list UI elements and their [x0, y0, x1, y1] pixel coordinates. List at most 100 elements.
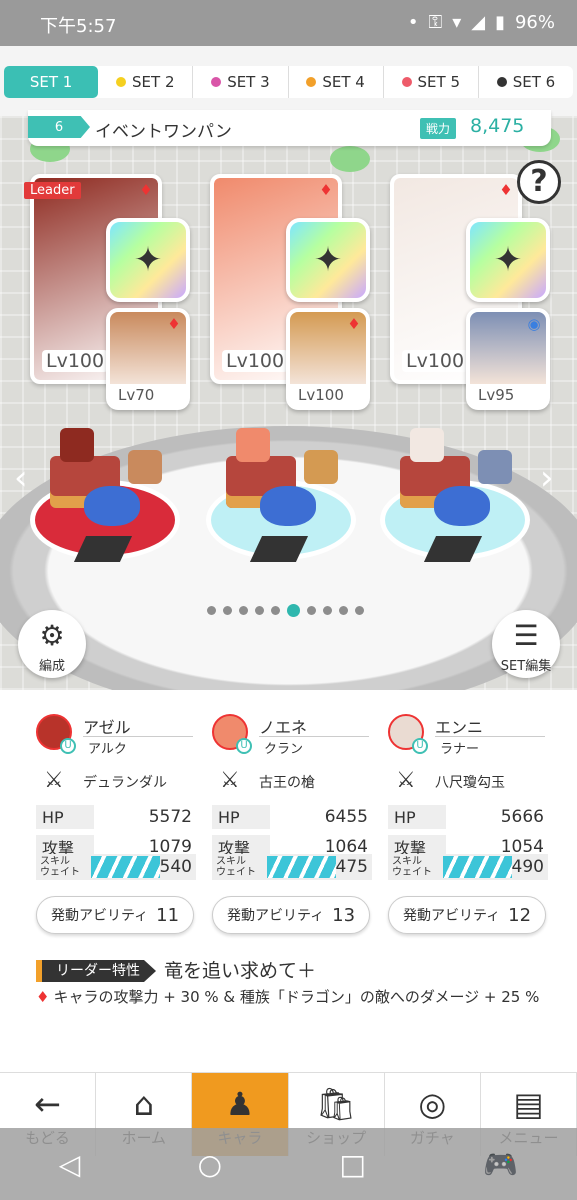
- hp-row: HP 6455: [212, 804, 372, 830]
- weapon-sprite: [434, 486, 490, 526]
- page-dot[interactable]: [287, 604, 300, 617]
- menu-icon: ▤: [513, 1085, 544, 1123]
- tab-set-1[interactable]: SET 1: [4, 66, 99, 98]
- help-button[interactable]: ?: [517, 160, 561, 204]
- weapon-sprite: [84, 486, 140, 526]
- element-icon: ♦: [139, 181, 153, 199]
- weapon-slot[interactable]: ✦: [106, 218, 190, 302]
- skill-wait-bar: [90, 856, 160, 878]
- system-back-icon[interactable]: ◁: [59, 1148, 81, 1181]
- set-tabs-bar: SET 1 SET 2 SET 3 SET 4 SET 5 SET 6: [0, 46, 577, 116]
- skill-wait-bar: [266, 856, 336, 878]
- signal-icon: ◢: [471, 12, 486, 33]
- weapon-name: 古王の槍: [259, 775, 315, 791]
- party-number: 6: [28, 116, 90, 138]
- page-dot[interactable]: [207, 606, 216, 615]
- page-dot[interactable]: [239, 606, 248, 615]
- tab-color-dot: [116, 77, 127, 87]
- ability-label: 発動アビリティ: [50, 908, 149, 924]
- ability-button[interactable]: 発動アビリティ 11: [36, 896, 194, 934]
- ability-button[interactable]: 発動アビリティ 12: [388, 896, 546, 934]
- avatar[interactable]: U: [388, 714, 428, 754]
- tab-set-2[interactable]: SET 2: [98, 66, 194, 98]
- character-sprite: [60, 428, 94, 462]
- page-dot[interactable]: [355, 606, 364, 615]
- character-name: アゼル: [83, 718, 131, 737]
- avatar[interactable]: U: [36, 714, 76, 754]
- sub-level: Lv95: [478, 386, 515, 404]
- jewel-icon: ✦: [493, 240, 523, 280]
- wifi-icon: ▾: [452, 12, 462, 33]
- stats-panel: U アゼル アルク ⚔ デュランダル HP 5572 攻撃 1079 スキル ウェイト 540 発動ア…: [0, 690, 577, 1070]
- formation-label: 編成: [38, 659, 65, 674]
- sub-sprite: [128, 450, 162, 484]
- set-tabs: SET 1 SET 2 SET 3 SET 4 SET 5 SET 6: [4, 66, 573, 98]
- element-icon: ♦: [499, 181, 513, 199]
- tab-set-5[interactable]: SET 5: [384, 66, 479, 98]
- system-home-icon[interactable]: ○: [198, 1148, 222, 1181]
- tab-label: SET 2: [132, 73, 175, 91]
- status-time: 下午5:57: [40, 16, 117, 37]
- character-name: エンニ: [435, 718, 484, 737]
- leader-skill-tag: リーダー特性: [36, 960, 156, 982]
- fire-element-icon: ♦: [36, 988, 50, 1006]
- power-value: 8,475: [470, 115, 525, 137]
- hp-label: HP: [36, 805, 94, 829]
- set-edit-label: SET編集: [500, 659, 552, 674]
- weapon-sprite: [260, 486, 316, 526]
- formation-icon: ⚙: [39, 619, 65, 652]
- weapon-slot[interactable]: ✦: [466, 218, 550, 302]
- avatar[interactable]: U: [212, 714, 252, 754]
- sub-character-card[interactable]: ◉ Lv95: [466, 308, 550, 410]
- system-nav-bar: ◁ ○ □ 🎮: [0, 1128, 577, 1200]
- sub-level: Lv70: [118, 386, 155, 404]
- page-indicator: [207, 604, 364, 617]
- skill-wait-bar: [442, 856, 512, 878]
- hp-value: 5666: [500, 807, 544, 827]
- page-dot[interactable]: [339, 606, 348, 615]
- hp-row: HP 5572: [36, 804, 196, 830]
- tab-set-3[interactable]: SET 3: [193, 66, 289, 98]
- character-guild: ラナー: [440, 742, 480, 757]
- skill-wait-row: スキル ウェイト 540: [36, 854, 196, 880]
- element-icon: ♦: [319, 181, 333, 199]
- formation-button[interactable]: ⚙ 編成: [18, 610, 86, 678]
- guild-badge-icon: U: [60, 738, 76, 754]
- sword-icon: ✦: [133, 240, 163, 280]
- weapon-icon: ⚔: [396, 768, 416, 793]
- element-icon: ◉: [527, 315, 541, 333]
- character-guild: クラン: [264, 742, 304, 757]
- shop-icon: 🛍: [315, 1085, 357, 1123]
- power-label: 戦力: [420, 118, 457, 139]
- skill-wait-value: 475: [335, 857, 368, 877]
- tab-set-6[interactable]: SET 6: [479, 66, 573, 98]
- guild-badge-icon: U: [412, 738, 428, 754]
- character-pedestal: [380, 428, 530, 570]
- weapon-slot[interactable]: ✦: [286, 218, 370, 302]
- guild-badge-icon: U: [236, 738, 252, 754]
- skill-wait-value: 540: [159, 857, 192, 877]
- set-edit-button[interactable]: ☰ SET編集: [492, 610, 560, 678]
- bush-decoration: [330, 146, 370, 172]
- tab-color-dot: [306, 77, 317, 87]
- ability-button[interactable]: 発動アビリティ 13: [212, 896, 370, 934]
- sub-sprite: [478, 450, 512, 484]
- character-pedestal: [30, 428, 180, 570]
- page-dot[interactable]: [223, 606, 232, 615]
- page-dot[interactable]: [307, 606, 316, 615]
- party-bar: 6 イベントワンパン 戦力 8,475: [28, 110, 551, 146]
- party-name[interactable]: イベントワンパン: [95, 117, 232, 142]
- character-sprite: [236, 428, 270, 462]
- sub-character-card[interactable]: ♦ Lv100: [286, 308, 370, 410]
- character-pedestal: [206, 428, 356, 570]
- page-dot[interactable]: [271, 606, 280, 615]
- sub-character-card[interactable]: ♦ Lv70: [106, 308, 190, 410]
- tab-set-4[interactable]: SET 4: [289, 66, 384, 98]
- prev-arrow-icon[interactable]: ‹: [14, 458, 28, 498]
- page-dot[interactable]: [255, 606, 264, 615]
- game-controller-icon[interactable]: 🎮: [483, 1148, 518, 1181]
- page-dot[interactable]: [323, 606, 332, 615]
- next-arrow-icon[interactable]: ›: [540, 458, 554, 498]
- system-recents-icon[interactable]: □: [340, 1148, 366, 1181]
- ability-count: 12: [508, 904, 532, 926]
